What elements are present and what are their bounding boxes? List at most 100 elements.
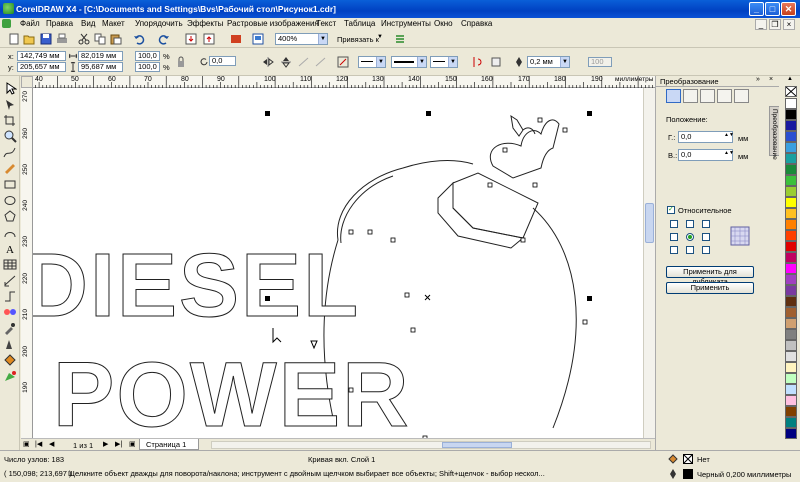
scale-mirror-mode-icon[interactable] (700, 89, 715, 103)
to-curves-icon[interactable] (298, 56, 310, 68)
menu-bitmaps[interactable]: Растровые изображения (227, 19, 319, 28)
palette-color-swatch[interactable] (785, 263, 797, 274)
menu-tools[interactable]: Инструменты (381, 19, 431, 28)
palette-scroll-up-icon[interactable]: ▲ (787, 76, 793, 82)
palette-color-swatch[interactable] (785, 329, 797, 340)
first-page-icon[interactable]: |◀ (35, 440, 42, 448)
menu-view[interactable]: Вид (81, 19, 95, 28)
new-document-icon[interactable] (8, 33, 20, 45)
basic-shapes-tool-icon[interactable] (3, 226, 17, 239)
previous-page-icon[interactable]: ◀ (49, 440, 54, 448)
text-wrap-icon[interactable] (470, 56, 482, 68)
close-docker-icon[interactable]: × (769, 76, 773, 83)
eyedropper-tool-icon[interactable] (3, 322, 17, 335)
text-tool-icon[interactable]: A (3, 242, 17, 255)
anchor-bottom-center[interactable] (686, 246, 694, 254)
rectangle-tool-icon[interactable] (3, 178, 17, 191)
rotate-mode-icon[interactable] (683, 89, 698, 103)
scale-x-field[interactable]: 100,0 (135, 51, 160, 61)
palette-color-swatch[interactable] (785, 120, 797, 131)
y-position-field[interactable]: 205,657 мм (17, 62, 66, 72)
spinner-icon[interactable]: ▲▼ (724, 150, 734, 156)
palette-color-swatch[interactable] (785, 208, 797, 219)
height-field[interactable]: 95,687 мм (78, 62, 123, 72)
tab-page-1[interactable]: Страница 1 (139, 439, 199, 450)
no-fill-icon[interactable] (683, 454, 693, 464)
skew-mode-icon[interactable] (734, 89, 749, 103)
width-field[interactable]: 82,019 мм (78, 51, 123, 61)
palette-color-swatch[interactable] (785, 384, 797, 395)
close-button[interactable]: ✕ (781, 2, 796, 16)
vertical-ruler[interactable]: 270 260 250 240 230 220 210 200 190 (21, 88, 33, 438)
palette-color-swatch[interactable] (785, 318, 797, 329)
print-icon[interactable] (56, 33, 68, 45)
palette-color-swatch[interactable] (785, 175, 797, 186)
save-icon[interactable] (40, 33, 52, 45)
palette-color-swatch[interactable] (785, 428, 797, 439)
minimize-button[interactable]: _ (749, 2, 764, 16)
palette-color-swatch[interactable] (785, 296, 797, 307)
horizontal-scroll-thumb[interactable] (442, 442, 512, 448)
palette-color-swatch[interactable] (785, 153, 797, 164)
application-launcher-icon[interactable] (230, 33, 242, 45)
dimension-tool-icon[interactable] (3, 274, 17, 287)
palette-color-swatch[interactable] (785, 230, 797, 241)
apply-button[interactable]: Применить (666, 282, 754, 294)
open-folder-icon[interactable] (23, 33, 35, 45)
menu-text[interactable]: Текст (316, 19, 336, 28)
welcome-screen-icon[interactable] (252, 33, 264, 45)
palette-color-swatch[interactable] (785, 307, 797, 318)
vertical-scrollbar[interactable] (643, 88, 655, 438)
menu-file[interactable]: Файл (20, 19, 40, 28)
anchor-bottom-right[interactable] (702, 246, 710, 254)
lock-ratio-icon[interactable] (176, 56, 186, 68)
palette-color-swatch[interactable] (785, 197, 797, 208)
polygon-tool-icon[interactable] (3, 210, 17, 223)
mirror-vertical-icon[interactable] (280, 56, 292, 68)
palette-color-swatch[interactable] (785, 109, 797, 120)
palette-color-swatch[interactable] (785, 186, 797, 197)
anchor-bottom-left[interactable] (670, 246, 678, 254)
undo-icon[interactable] (133, 33, 145, 45)
anchor-middle-left[interactable] (670, 233, 678, 241)
maximize-button[interactable]: □ (765, 2, 780, 16)
start-arrowhead-select[interactable]: ▼ (358, 56, 386, 68)
add-page-icon[interactable]: ▣ (129, 440, 136, 448)
menu-arrange[interactable]: Упорядочить (135, 19, 183, 28)
palette-color-swatch[interactable] (785, 219, 797, 230)
palette-color-swatch[interactable] (785, 406, 797, 417)
wrap-text-icon[interactable] (337, 56, 349, 68)
palette-color-swatch[interactable] (785, 285, 797, 296)
apply-to-duplicate-button[interactable]: Применить для дубликата (666, 266, 754, 286)
collapse-docker-icon[interactable]: » (756, 76, 760, 83)
page-options-icon[interactable]: ▣ (23, 440, 30, 448)
horizontal-scrollbar[interactable] (211, 441, 651, 449)
snap-dropdown-arrow-icon[interactable]: ▼ (377, 34, 383, 40)
menu-layout[interactable]: Макет (102, 19, 125, 28)
shape-tool-icon[interactable] (3, 98, 17, 111)
break-apart-icon[interactable] (315, 56, 327, 68)
interactive-blend-tool-icon[interactable] (3, 306, 17, 319)
export-icon[interactable] (203, 33, 215, 45)
anchor-middle-right[interactable] (702, 233, 710, 241)
zoom-level-select[interactable]: 400% ▼ (275, 33, 328, 45)
ellipse-tool-icon[interactable] (3, 194, 17, 207)
horizontal-ruler[interactable]: 40 50 60 70 80 90 100 110 120 130 140 15… (21, 76, 655, 88)
last-page-icon[interactable]: ▶| (115, 440, 122, 448)
palette-color-swatch[interactable] (785, 373, 797, 384)
relative-checkbox[interactable]: ✓ (667, 206, 675, 214)
palette-color-swatch[interactable] (785, 98, 797, 109)
doc-restore-button[interactable]: ❐ (769, 19, 781, 30)
cut-icon[interactable] (78, 33, 90, 45)
palette-color-swatch[interactable] (785, 241, 797, 252)
palette-color-swatch[interactable] (785, 351, 797, 362)
arrange-icon[interactable] (490, 56, 502, 68)
palette-color-swatch[interactable] (785, 395, 797, 406)
anchor-center[interactable] (686, 233, 694, 241)
palette-color-swatch[interactable] (785, 340, 797, 351)
pick-tool-icon[interactable] (3, 82, 17, 95)
menu-effects[interactable]: Эффекты (187, 19, 223, 28)
x-position-field[interactable]: 142,749 мм (17, 51, 66, 61)
palette-color-swatch[interactable] (785, 142, 797, 153)
doc-close-button[interactable]: × (783, 19, 795, 30)
